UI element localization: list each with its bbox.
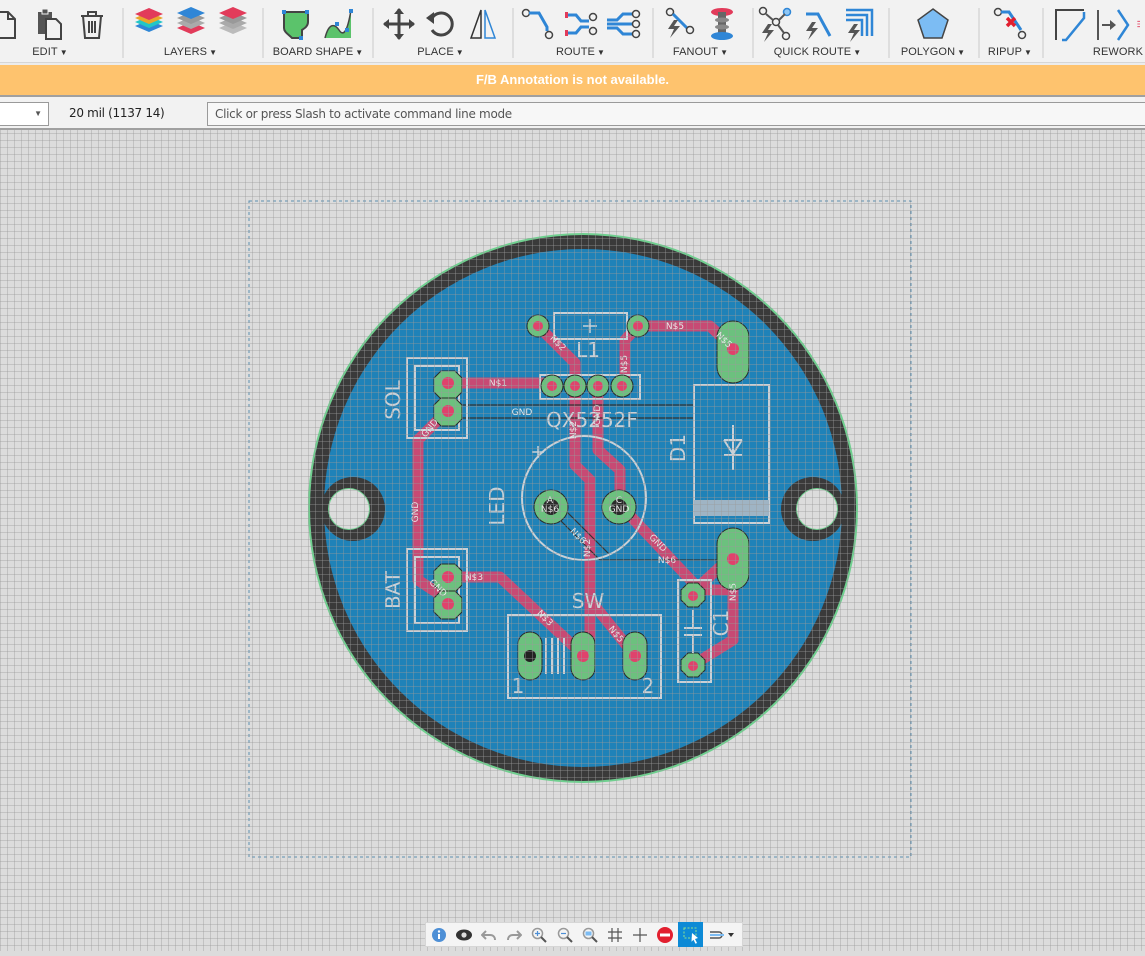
zoom-out-button[interactable] xyxy=(552,922,577,947)
paste-icon[interactable] xyxy=(32,6,68,42)
move-icon[interactable] xyxy=(381,6,417,42)
layers-all-icon[interactable] xyxy=(131,6,167,42)
grid-coordinate-readout: 20 mil (1137 14) xyxy=(69,106,165,120)
rework-miter-icon[interactable] xyxy=(1052,6,1088,42)
route-mode-button[interactable] xyxy=(703,922,742,947)
toolbar-group-layers: LAYERS ▼ xyxy=(128,0,253,63)
route-multi-icon[interactable] xyxy=(605,6,641,42)
layers-top-icon[interactable] xyxy=(173,6,209,42)
polygon-icon[interactable] xyxy=(915,6,951,42)
board-curve-icon[interactable] xyxy=(321,6,357,42)
rotate-icon[interactable] xyxy=(423,6,459,42)
toolbar-group-polygon: POLYGON ▼ xyxy=(893,0,973,63)
stop-button[interactable] xyxy=(653,922,678,947)
toolbar-group-route-label[interactable]: ROUTE ▼ xyxy=(518,46,643,58)
toolbar-group-rework: REWORK▼ xyxy=(1048,0,1145,63)
redo-button[interactable] xyxy=(502,922,527,947)
redo-icon xyxy=(507,929,523,940)
quick-route-bus-icon[interactable] xyxy=(842,6,878,42)
route-single-icon[interactable] xyxy=(521,6,557,42)
visibility-icon xyxy=(455,929,472,940)
undo-button[interactable] xyxy=(476,922,501,947)
command-line-input[interactable]: Click or press Slash to activate command… xyxy=(207,102,1145,126)
toolbar-group-place: PLACE ▼ xyxy=(378,0,503,63)
toolbar-group-fanout-label[interactable]: FANOUT ▼ xyxy=(658,46,743,58)
layers-bottom-icon[interactable] xyxy=(215,6,251,42)
board-outline-icon[interactable] xyxy=(279,6,315,42)
ripup-icon[interactable] xyxy=(992,6,1028,42)
delete-icon[interactable] xyxy=(74,6,110,42)
toolbar-group-polygon-label[interactable]: POLYGON ▼ xyxy=(893,46,973,58)
toolbar-group-edit: EDIT ▼ xyxy=(0,0,110,63)
toolbar-group-edit-label[interactable]: EDIT ▼ xyxy=(0,46,110,58)
zoom-in-button[interactable] xyxy=(527,922,552,947)
toolbar-group-quick-route: QUICK ROUTE ▼ xyxy=(755,0,880,63)
toolbar-group-place-label[interactable]: PLACE ▼ xyxy=(378,46,503,58)
zoom-out-icon xyxy=(557,927,573,943)
notification-banner: F/B Annotation is not available. xyxy=(0,63,1145,95)
zoom-in-icon xyxy=(532,927,548,943)
pcb-board-view[interactable]: SOL BAT L1 QX5252F LED D1 SW C1 1 2 N$1 … xyxy=(0,130,1145,951)
toolbar: EDIT ▼ LAYERS ▼ BOARD SHAPE ▼ PLACE ▼ RO… xyxy=(0,0,1145,63)
info-button[interactable] xyxy=(426,922,451,947)
toolbar-group-board-shape: BOARD SHAPE ▼ xyxy=(268,0,368,63)
mirror-icon[interactable] xyxy=(465,6,501,42)
toolbar-group-fanout: FANOUT ▼ xyxy=(658,0,743,63)
fanout-icon[interactable] xyxy=(662,6,698,42)
crosshair-icon xyxy=(633,927,648,942)
select-icon xyxy=(683,927,698,944)
quick-route-single-icon[interactable] xyxy=(800,6,836,42)
grid-button[interactable] xyxy=(602,922,627,947)
select-button[interactable] xyxy=(678,922,704,947)
toolbar-group-quick-route-label[interactable]: QUICK ROUTE ▼ xyxy=(755,46,880,58)
view-toolbar xyxy=(425,922,743,947)
chevron-down-icon: ▼ xyxy=(34,109,42,118)
via-stack-icon[interactable] xyxy=(704,6,740,42)
zoom-fit-button[interactable] xyxy=(577,922,602,947)
grid-overlay xyxy=(0,130,1145,951)
undo-icon xyxy=(481,929,496,940)
toolbar-group-layers-label[interactable]: LAYERS ▼ xyxy=(128,46,253,58)
toolbar-group-board-shape-label[interactable]: BOARD SHAPE ▼ xyxy=(268,46,368,58)
grid-icon xyxy=(608,927,623,942)
layer-select[interactable]: ▼ xyxy=(0,102,49,126)
visibility-button[interactable] xyxy=(451,922,476,947)
rework-slide-icon[interactable] xyxy=(1094,6,1130,42)
toolbar-group-rework-label[interactable]: REWORK▼ xyxy=(1073,46,1145,58)
toolbar-group-ripup-label[interactable]: RIPUP ▼ xyxy=(980,46,1040,58)
toolbar-group-route: ROUTE ▼ xyxy=(518,0,643,63)
info-icon xyxy=(431,927,446,942)
crosshair-button[interactable] xyxy=(628,922,653,947)
new-file-icon[interactable] xyxy=(0,6,26,42)
route-diff-pair-icon[interactable] xyxy=(563,6,599,42)
toolbar-group-ripup: RIPUP ▼ xyxy=(980,0,1040,63)
pcb-canvas[interactable]: SOL BAT L1 QX5252F LED D1 SW C1 1 2 N$1 … xyxy=(0,130,1145,951)
command-bar: ▼ 20 mil (1137 14) Click or press Slash … xyxy=(0,95,1145,130)
stop-icon xyxy=(657,926,674,943)
quick-route-icon[interactable] xyxy=(758,6,794,42)
rework-more-icon[interactable] xyxy=(1136,6,1145,42)
route-mode-icon xyxy=(709,930,734,939)
zoom-fit-icon xyxy=(582,927,598,943)
